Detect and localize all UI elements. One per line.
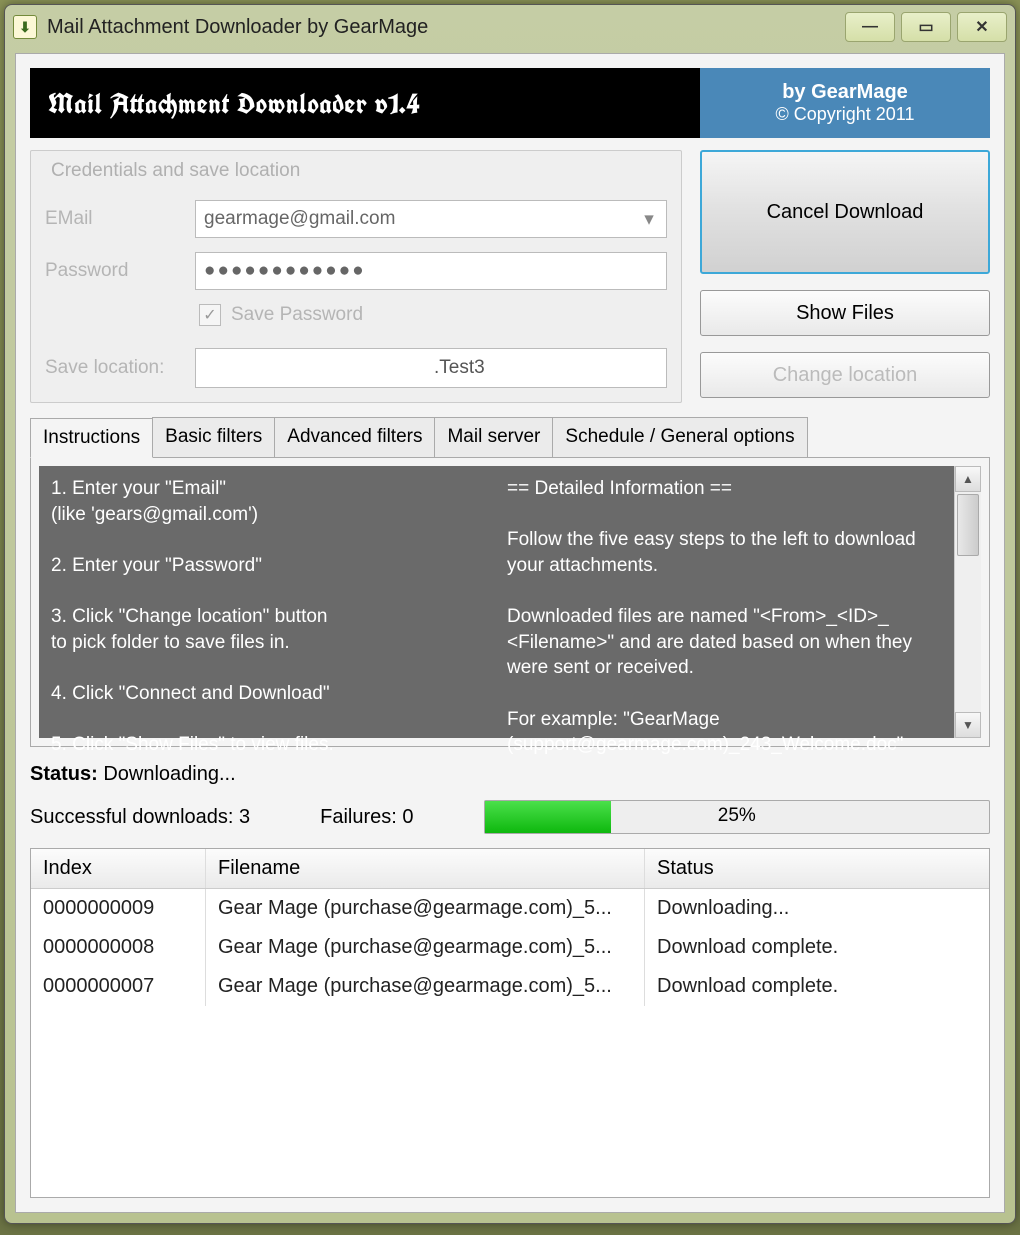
scroll-down-icon[interactable]: ▼ <box>955 712 981 738</box>
success-label: Successful downloads: <box>30 806 233 828</box>
maximize-button[interactable]: ▭ <box>901 12 951 42</box>
application-window: ⬇ Mail Attachment Downloader by GearMage… <box>4 4 1016 1224</box>
chevron-down-icon[interactable]: ▾ <box>636 203 662 235</box>
success-value: 3 <box>239 806 250 828</box>
copyright: © Copyright 2011 <box>775 104 914 125</box>
credentials-legend: Credentials and save location <box>45 160 306 182</box>
password-mask: ●●●●●●●●●●●● <box>204 260 366 282</box>
client-area: Mail Attachment Downloader v1.4 by GearM… <box>15 53 1005 1213</box>
show-files-button[interactable]: Show Files <box>700 290 990 336</box>
cell-filename: Gear Mage (purchase@gearmage.com)_5... <box>206 889 645 928</box>
cell-status: Download complete. <box>645 928 989 967</box>
progress-bar: 25% <box>484 800 990 834</box>
scroll-up-icon[interactable]: ▲ <box>955 466 981 492</box>
success-count: Successful downloads: 3 <box>30 806 250 829</box>
titlebar[interactable]: ⬇ Mail Attachment Downloader by GearMage… <box>5 5 1015 49</box>
scroll-track[interactable] <box>955 492 981 712</box>
save-password-row[interactable]: ✓ Save Password <box>199 304 667 326</box>
credentials-group: Credentials and save location EMail gear… <box>30 150 682 403</box>
cell-filename: Gear Mage (purchase@gearmage.com)_5... <box>206 967 645 1006</box>
save-password-label: Save Password <box>231 304 363 326</box>
change-location-button[interactable]: Change location <box>700 352 990 398</box>
vendor-banner: by GearMage © Copyright 2011 <box>700 68 990 138</box>
cancel-download-button[interactable]: Cancel Download <box>700 150 990 274</box>
table-row[interactable]: 0000000008 Gear Mage (purchase@gearmage.… <box>31 928 989 967</box>
header-index[interactable]: Index <box>31 849 206 888</box>
header-banner: Mail Attachment Downloader v1.4 by GearM… <box>30 68 990 138</box>
status-value: Downloading... <box>103 763 235 785</box>
header-status[interactable]: Status <box>645 849 989 888</box>
tab-mail-server[interactable]: Mail server <box>434 417 553 457</box>
email-label: EMail <box>45 208 195 230</box>
table-row[interactable]: 0000000009 Gear Mage (purchase@gearmage.… <box>31 889 989 928</box>
instructions-steps: 1. Enter your "Email" (like 'gears@gmail… <box>51 476 487 728</box>
cell-index: 0000000007 <box>31 967 206 1006</box>
minimize-button[interactable]: — <box>845 12 895 42</box>
status-line: Status: Downloading... <box>30 763 990 786</box>
save-password-checkbox[interactable]: ✓ <box>199 304 221 326</box>
email-combobox[interactable]: gearmage@gmail.com ▾ <box>195 200 667 238</box>
tab-schedule-options[interactable]: Schedule / General options <box>552 417 807 457</box>
table-row[interactable]: 0000000007 Gear Mage (purchase@gearmage.… <box>31 967 989 1006</box>
instructions-scrollbar[interactable]: ▲ ▼ <box>954 466 981 738</box>
table-header: Index Filename Status <box>31 849 989 889</box>
save-location-value: .Test3 <box>434 357 485 379</box>
tab-advanced-filters[interactable]: Advanced filters <box>274 417 435 457</box>
header-filename[interactable]: Filename <box>206 849 645 888</box>
close-button[interactable]: ✕ <box>957 12 1007 42</box>
password-input[interactable]: ●●●●●●●●●●●● <box>195 252 667 290</box>
downloads-table: Index Filename Status 0000000009 Gear Ma… <box>30 848 990 1198</box>
app-title-banner: Mail Attachment Downloader v1.4 <box>30 68 700 138</box>
instructions-detail: == Detailed Information == Follow the fi… <box>507 476 943 728</box>
tab-instructions[interactable]: Instructions <box>30 418 153 458</box>
vendor-name: by GearMage <box>782 81 908 104</box>
tab-strip: Instructions Basic filters Advanced filt… <box>30 417 990 457</box>
email-value: gearmage@gmail.com <box>204 208 395 230</box>
save-location-label: Save location: <box>45 357 195 379</box>
counts-row: Successful downloads: 3 Failures: 0 25% <box>30 800 990 834</box>
cell-status: Downloading... <box>645 889 989 928</box>
tab-panel: 1. Enter your "Email" (like 'gears@gmail… <box>30 457 990 747</box>
window-controls: — ▭ ✕ <box>845 12 1007 42</box>
cell-status: Download complete. <box>645 967 989 1006</box>
failure-count: Failures: 0 <box>320 806 413 829</box>
scroll-thumb[interactable] <box>957 494 979 556</box>
redacted-path <box>204 358 434 378</box>
save-location-input[interactable]: .Test3 <box>195 348 667 388</box>
failure-label: Failures: <box>320 806 397 828</box>
app-icon: ⬇ <box>13 15 37 39</box>
password-label: Password <box>45 260 195 282</box>
failure-value: 0 <box>402 806 413 828</box>
status-label: Status: <box>30 763 98 785</box>
progress-text: 25% <box>485 801 989 831</box>
window-title: Mail Attachment Downloader by GearMage <box>47 16 845 39</box>
tab-basic-filters[interactable]: Basic filters <box>152 417 275 457</box>
cell-index: 0000000009 <box>31 889 206 928</box>
cell-index: 0000000008 <box>31 928 206 967</box>
action-buttons: Cancel Download Show Files Change locati… <box>700 150 990 403</box>
instructions-panel: 1. Enter your "Email" (like 'gears@gmail… <box>39 466 981 738</box>
cell-filename: Gear Mage (purchase@gearmage.com)_5... <box>206 928 645 967</box>
